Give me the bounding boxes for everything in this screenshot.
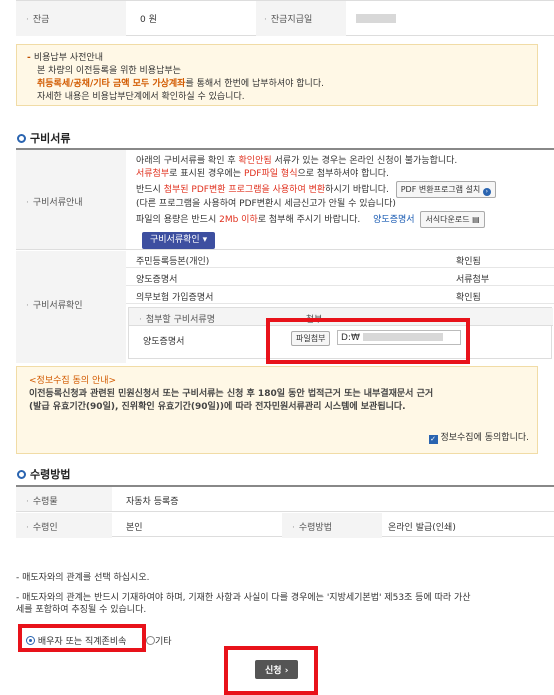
doc-row-2: 양도증명서 서류첨부 <box>126 269 554 286</box>
annotation-box-relation <box>18 624 146 652</box>
relation-instruction-1: - 매도자와의 관계를 선택 하십시오. <box>16 573 150 583</box>
annotation-box-submit <box>224 646 318 695</box>
receipt-section-title: 수령방법 <box>17 466 70 482</box>
radio-unselected[interactable] <box>146 636 155 645</box>
chevron-down-icon: ▾ <box>202 235 208 245</box>
receipt-item-label: 수령물 <box>32 497 58 507</box>
agree-checkbox[interactable]: ✓ <box>428 435 438 444</box>
privacy-title: <정보수집 동의 안내> <box>29 376 117 386</box>
attach-doc-name: 양도증명서 <box>143 337 185 347</box>
balance-row: · 잔금 0 원 · 잔금지급일 <box>16 0 554 36</box>
guide-text: 아래의 구비서류를 확인 후 확인안됨 서류가 있는 경우는 온라인 신청이 불… <box>126 150 554 250</box>
balance-label: 잔금 <box>32 15 50 25</box>
payment-date-value-redacted <box>356 14 396 23</box>
receiver-value: 본인 <box>126 523 143 533</box>
form-download-button[interactable]: 서식다운로드 ▤ <box>420 211 485 228</box>
doc-row-1: 주민등록등본(개인) 확인됨 <box>126 251 554 268</box>
doc-row-3: 의무보험 가입증명서 확인됨 <box>126 287 554 304</box>
privacy-line1: 이전등록신청과 관련된 민원신청서 또는 구비서류는 신청 후 180일 동안 … <box>29 389 434 399</box>
relation-instruction-2: - 매도자와의 관계는 반드시 기재하여야 하며, 기재한 사항과 사실이 다를… <box>16 593 471 615</box>
privacy-line2: (발급 유효기간(90일), 진위확인 유효기간(90일))에 따라 전자민원서… <box>29 402 406 412</box>
fee-notice-line3: 자세한 내용은 비용납부단계에서 확인하실 수 있습니다. <box>37 92 245 102</box>
confirm-label: 구비서류확인 <box>32 301 83 311</box>
receipt-item-value: 자동차 등록증 <box>126 497 179 507</box>
privacy-agree[interactable]: ✓ 정보수집에 동의합니다. <box>428 432 529 445</box>
guide-label: 구비서류안내 <box>32 198 83 208</box>
documents-section-title: 구비서류 <box>17 130 70 146</box>
method-label: 수령방법 <box>298 523 332 533</box>
section-ring-icon <box>17 134 26 143</box>
attach-header-doc: 첨부할 구비서류명 <box>145 315 215 325</box>
balance-value: 0 원 <box>140 15 157 25</box>
arrow-circle-icon: › <box>482 188 491 196</box>
fee-notice-highlight: 취등록세/공채/기타 금액 모두 가상계좌 <box>37 79 186 89</box>
transfer-cert-link[interactable]: 양도증명서 <box>373 215 414 225</box>
receipt-table: · 수령물 자동차 등록증 · 수령인 본인 · 수령방법 온라인 발급(인쇄) <box>16 485 554 538</box>
annotation-box-file-attach <box>266 318 470 364</box>
privacy-notice: <정보수집 동의 안내> 이전등록신청과 관련된 민원신청서 또는 구비서류는 … <box>16 366 538 454</box>
relation-option-2[interactable]: 기타 <box>146 634 172 647</box>
fee-notice-title: 비용납부 사전안내 <box>33 53 103 63</box>
receiver-label: 수령인 <box>32 523 58 533</box>
document-icon: ▤ <box>472 215 480 224</box>
fee-notice: - 비용납부 사전안내 본 차량의 이전등록을 위한 비용납부는 취등록세/공채… <box>16 44 538 106</box>
pdf-install-button[interactable]: PDF 변환프로그램 설치 › <box>395 181 496 198</box>
method-value: 온라인 발급(인쇄) <box>388 523 456 533</box>
section-ring-icon <box>17 470 26 479</box>
payment-date-label: 잔금지급일 <box>270 15 313 25</box>
check-docs-button[interactable]: 구비서류확인 ▾ <box>142 232 216 249</box>
fee-notice-line1: 본 차량의 이전등록을 위한 비용납부는 <box>37 66 181 76</box>
